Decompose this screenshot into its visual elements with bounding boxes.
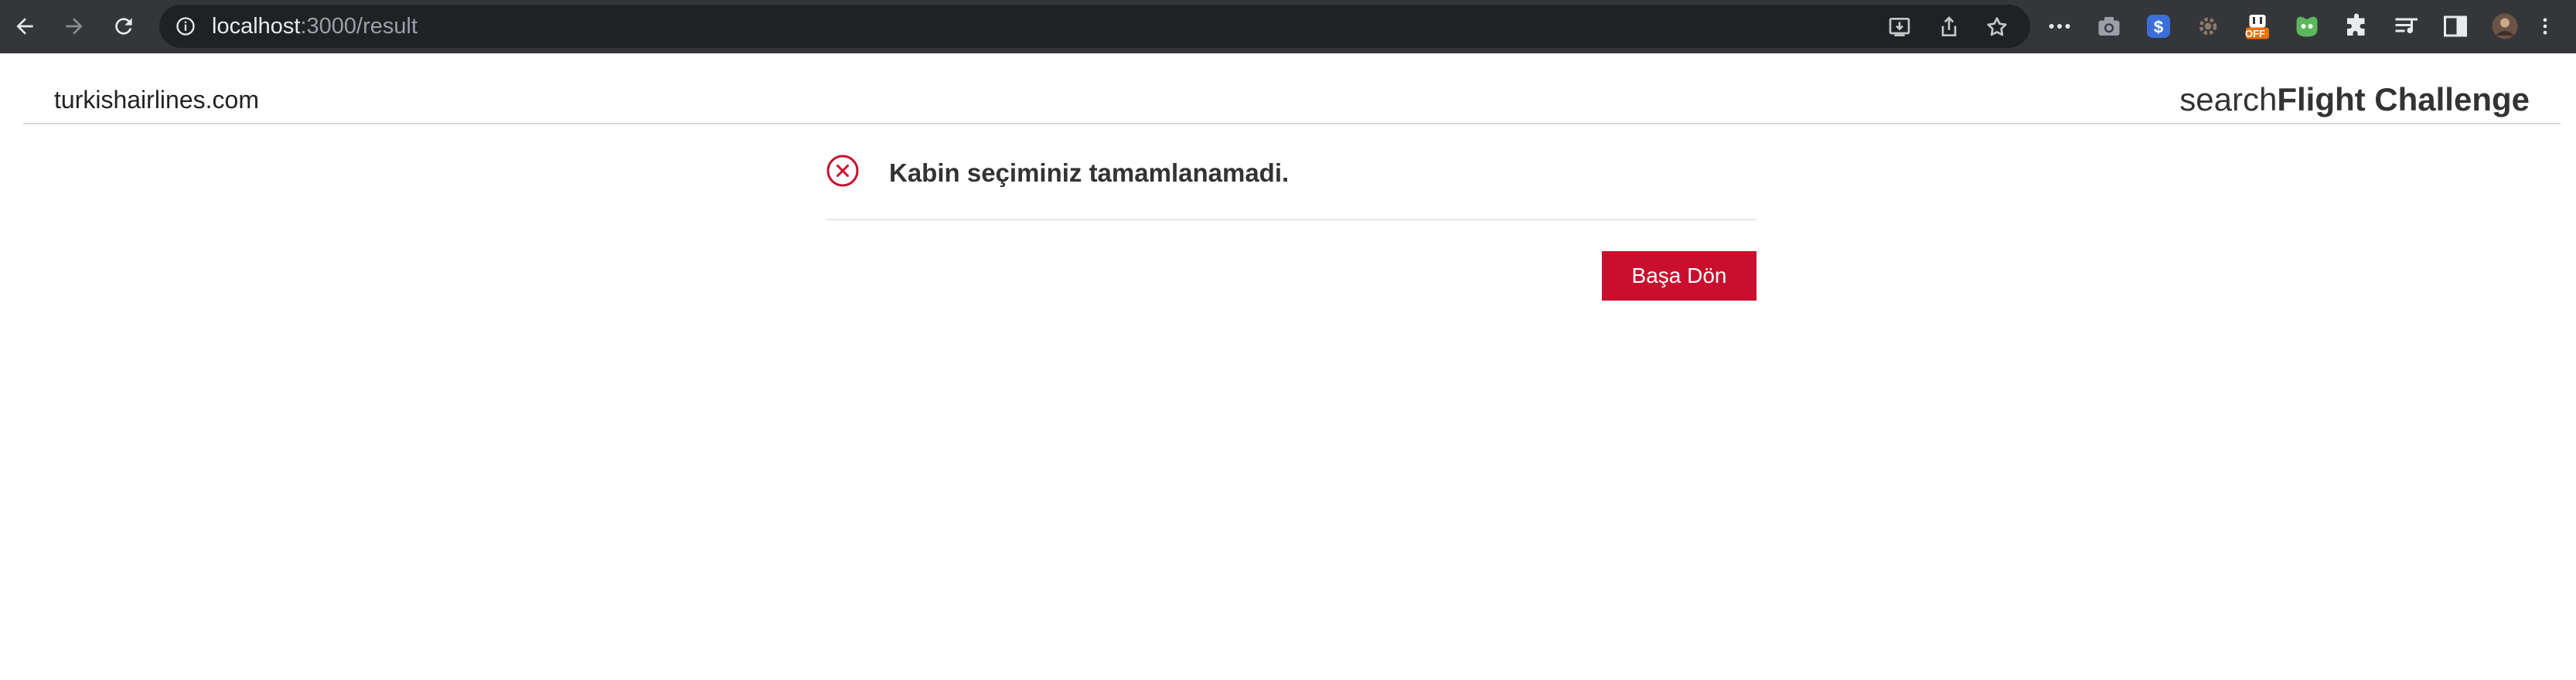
browser-toolbar: localhost:3000/result $ OFF xyxy=(0,0,2576,53)
settings-extension-icon xyxy=(2199,17,2217,36)
result-message-row: Kabin seçiminiz tamamlanamadi. xyxy=(826,149,1757,220)
arrow-right-icon xyxy=(66,18,83,35)
extension-more[interactable] xyxy=(2044,11,2075,42)
brand-prefix: search xyxy=(2179,81,2278,117)
arrow-left-icon xyxy=(16,18,33,35)
site-domain: turkishairlines.com xyxy=(54,86,259,114)
svg-text:$: $ xyxy=(2154,17,2164,36)
forward-button[interactable] xyxy=(56,8,93,45)
puzzle-icon xyxy=(2347,13,2365,36)
extension-off[interactable]: OFF xyxy=(2242,11,2273,42)
share-icon xyxy=(1941,16,1957,36)
side-panel-button[interactable] xyxy=(2440,11,2471,42)
url-host: localhost xyxy=(212,14,301,39)
star-icon xyxy=(1987,17,2007,36)
info-icon[interactable] xyxy=(175,15,196,37)
back-button[interactable] xyxy=(6,8,43,45)
more-horizontal-icon xyxy=(2049,24,2070,29)
brand-title: searchFlight Challenge xyxy=(2179,81,2530,118)
url-path: :3000/result xyxy=(300,14,418,39)
bookmark-button[interactable] xyxy=(1984,14,2010,40)
camera-icon xyxy=(2098,17,2120,36)
install-button[interactable] xyxy=(1886,14,1913,40)
brand-suffix: Flight Challenge xyxy=(2277,81,2530,117)
result-message: Kabin seçiminiz tamamlanamadi. xyxy=(889,158,1290,187)
reading-list-icon xyxy=(2395,18,2418,34)
kebab-menu-icon xyxy=(2543,18,2547,35)
green-extension-icon xyxy=(2296,16,2318,37)
profile-button[interactable] xyxy=(2489,11,2520,42)
back-to-start-button[interactable]: Başa Dön xyxy=(1602,251,1757,301)
install-icon xyxy=(1889,17,1910,36)
url-text[interactable]: localhost:3000/result xyxy=(212,14,417,39)
off-badge-label: OFF xyxy=(2245,28,2265,39)
dollar-extension-icon: $ xyxy=(2147,15,2170,38)
page-content: turkishairlines.com searchFlight Challen… xyxy=(0,53,2576,680)
extension-green[interactable] xyxy=(2291,11,2322,42)
share-button[interactable] xyxy=(1936,14,1962,40)
browser-menu-button[interactable] xyxy=(2534,11,2556,42)
extension-dollar[interactable]: $ xyxy=(2143,11,2174,42)
extensions-button[interactable] xyxy=(2341,11,2372,42)
extension-settings[interactable] xyxy=(2193,11,2223,42)
site-header: turkishairlines.com searchFlight Challen… xyxy=(23,53,2561,124)
error-x-icon xyxy=(826,154,860,188)
extension-camera[interactable] xyxy=(2094,11,2125,42)
reload-button[interactable] xyxy=(105,8,142,45)
side-panel-icon xyxy=(2444,15,2467,37)
reload-icon xyxy=(115,18,132,35)
result-panel: Kabin seçiminiz tamamlanamadi. Başa Dön xyxy=(826,149,1757,301)
reading-list-button[interactable] xyxy=(2390,11,2421,42)
profile-avatar xyxy=(2492,13,2518,39)
address-bar[interactable]: localhost:3000/result xyxy=(159,5,2030,48)
